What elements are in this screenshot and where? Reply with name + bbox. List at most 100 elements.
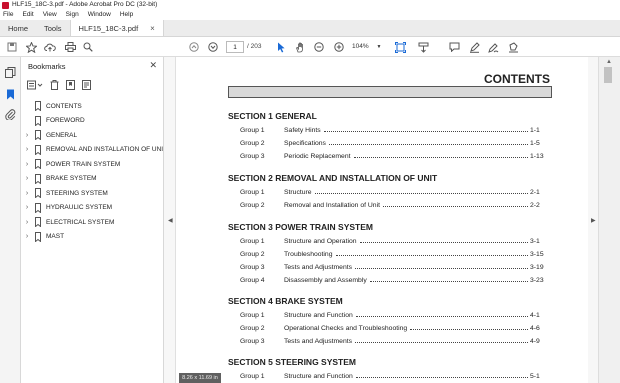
leader-dots [369,281,528,282]
previous-page-icon[interactable] [187,40,201,54]
comment-icon[interactable] [447,40,461,54]
new-bookmark-icon[interactable] [65,80,75,90]
bookmark-label: POWER TRAIN SYSTEM [46,160,121,168]
toc-group: Group 2 [240,325,265,332]
bookmark-item[interactable]: › ELECTRICAL SYSTEM [23,215,163,230]
scroll-mode-icon[interactable] [416,40,430,54]
bookmark-item[interactable]: CONTENTS [23,99,163,114]
bookmark-item[interactable]: › GENERAL [23,128,163,143]
leader-dots [355,316,528,317]
toc-entry: Group 3 Tests and Adjustments 3-19 [240,264,544,271]
toc-page: 4-1 [530,312,540,319]
leader-dots [314,193,528,194]
tab-document[interactable]: HLF15_18C-3.pdf × [69,20,164,37]
star-icon[interactable] [24,40,38,54]
save-icon[interactable] [5,40,19,54]
leader-dots [355,342,528,343]
bookmark-item[interactable]: › HYDRAULIC SYSTEM [23,201,163,216]
zoom-in-icon[interactable] [332,40,346,54]
stamp-sign-icon[interactable] [506,40,520,54]
leader-dots [359,242,528,243]
toc-entry: Group 1 Structure and Operation 3-1 [240,238,544,245]
section-heading: SECTION 4 BRAKE SYSTEM [228,296,343,306]
delete-bookmark-icon[interactable] [49,80,59,90]
page-count: / 203 [247,43,262,50]
menu-view[interactable]: View [43,10,57,20]
scroll-up-icon[interactable]: ▲ [606,59,612,65]
zoom-level-select[interactable]: 104% ▼ [352,41,386,53]
upload-cloud-icon[interactable] [43,40,57,54]
toc-entry: Group 1 Safety Hints 1-1 [240,127,544,134]
bookmark-item[interactable]: › REMOVAL AND INSTALLATION OF UNI [23,143,163,158]
toc-page: 1-1 [530,127,540,134]
vertical-scrollbar[interactable]: ▲ [598,57,620,383]
bookmark-icon [35,231,41,242]
toc-title: Structure and Function [284,373,353,380]
chevron-right-icon[interactable]: › [23,219,31,226]
toc-page: 2-2 [530,202,540,209]
bookmark-item[interactable]: FOREWORD [23,114,163,129]
toc-title: Tests and Adjustments [284,338,353,345]
bookmarks-icon[interactable] [5,89,16,100]
menu-edit[interactable]: Edit [22,10,33,20]
bookmark-item[interactable]: › STEERING SYSTEM [23,186,163,201]
page-thumbnails-icon[interactable] [5,67,16,78]
chevron-right-icon[interactable]: › [23,204,31,211]
bookmark-options-icon[interactable] [27,80,43,90]
menu-file[interactable]: File [3,10,13,20]
menu-sign[interactable]: Sign [66,10,79,20]
fit-page-icon[interactable] [393,40,407,54]
select-cursor-icon[interactable] [274,40,288,54]
bookmark-icon [35,173,41,184]
right-panel-splitter[interactable]: ▶ [588,57,598,383]
chevron-right-icon[interactable]: › [23,233,31,240]
bookmark-icon [35,101,41,112]
toc-title: Specifications [284,140,326,147]
bookmark-label: FOREWORD [46,117,85,125]
page-number-input[interactable]: 1 [226,41,244,53]
toc-title: Removal and Installation of Unit [284,202,380,209]
expand-bookmark-icon[interactable] [81,80,91,90]
chevron-right-icon[interactable]: › [23,132,31,139]
bookmark-icon [35,159,41,170]
chevron-right-icon[interactable]: › [23,146,31,153]
bookmark-item[interactable]: › POWER TRAIN SYSTEM [23,157,163,172]
menu-help[interactable]: Help [120,10,133,20]
bookmark-item[interactable]: › BRAKE SYSTEM [23,172,163,187]
chevron-right-icon[interactable]: › [23,190,31,197]
chevron-down-icon: ▼ [376,44,382,50]
attachments-icon[interactable] [5,109,16,120]
tab-bar: Home Tools HLF15_18C-3.pdf × [0,20,620,37]
search-icon[interactable] [81,40,95,54]
toc-group: Group 3 [240,338,265,345]
tab-tools[interactable]: Tools [36,20,70,36]
zoom-out-icon[interactable] [312,40,326,54]
chevron-right-icon[interactable]: › [23,161,31,168]
toc-entry: Group 4 Disassembly and Assembly 3-23 [240,277,544,284]
highlight-pen-icon[interactable] [467,40,481,54]
toc-group: Group 1 [240,312,265,319]
expand-right-icon[interactable]: ▶ [591,217,596,224]
draw-icon[interactable] [486,40,500,54]
panel-splitter[interactable]: ◀ [164,57,176,383]
collapse-left-icon[interactable]: ◀ [168,217,173,224]
close-tab-icon[interactable]: × [150,20,155,37]
toc-entry: Group 2 Operational Checks and Troublesho… [240,325,544,332]
close-icon[interactable]: ✕ [149,60,157,71]
menu-window[interactable]: Window [88,10,111,20]
toc-group: Group 4 [240,277,265,284]
chevron-right-icon[interactable]: › [23,175,31,182]
bookmark-icon [35,217,41,228]
section-heading: SECTION 5 STEERING SYSTEM [228,357,356,367]
title-bar: HLF15_18C-3.pdf - Adobe Acrobat Pro DC (… [0,0,620,10]
print-icon[interactable] [63,40,77,54]
leader-dots [382,206,528,207]
toc-group: Group 1 [240,238,265,245]
document-viewer[interactable]: CONTENTS SECTION 1 GENERAL Group 1 Safety… [177,57,588,383]
pdf-page: CONTENTS SECTION 1 GENERAL Group 1 Safety… [177,57,588,383]
next-page-icon[interactable] [206,40,220,54]
tab-home[interactable]: Home [0,20,36,36]
bookmark-item[interactable]: › MAST [23,230,163,245]
scrollbar-thumb[interactable] [604,67,612,83]
hand-tool-icon[interactable] [293,40,307,54]
